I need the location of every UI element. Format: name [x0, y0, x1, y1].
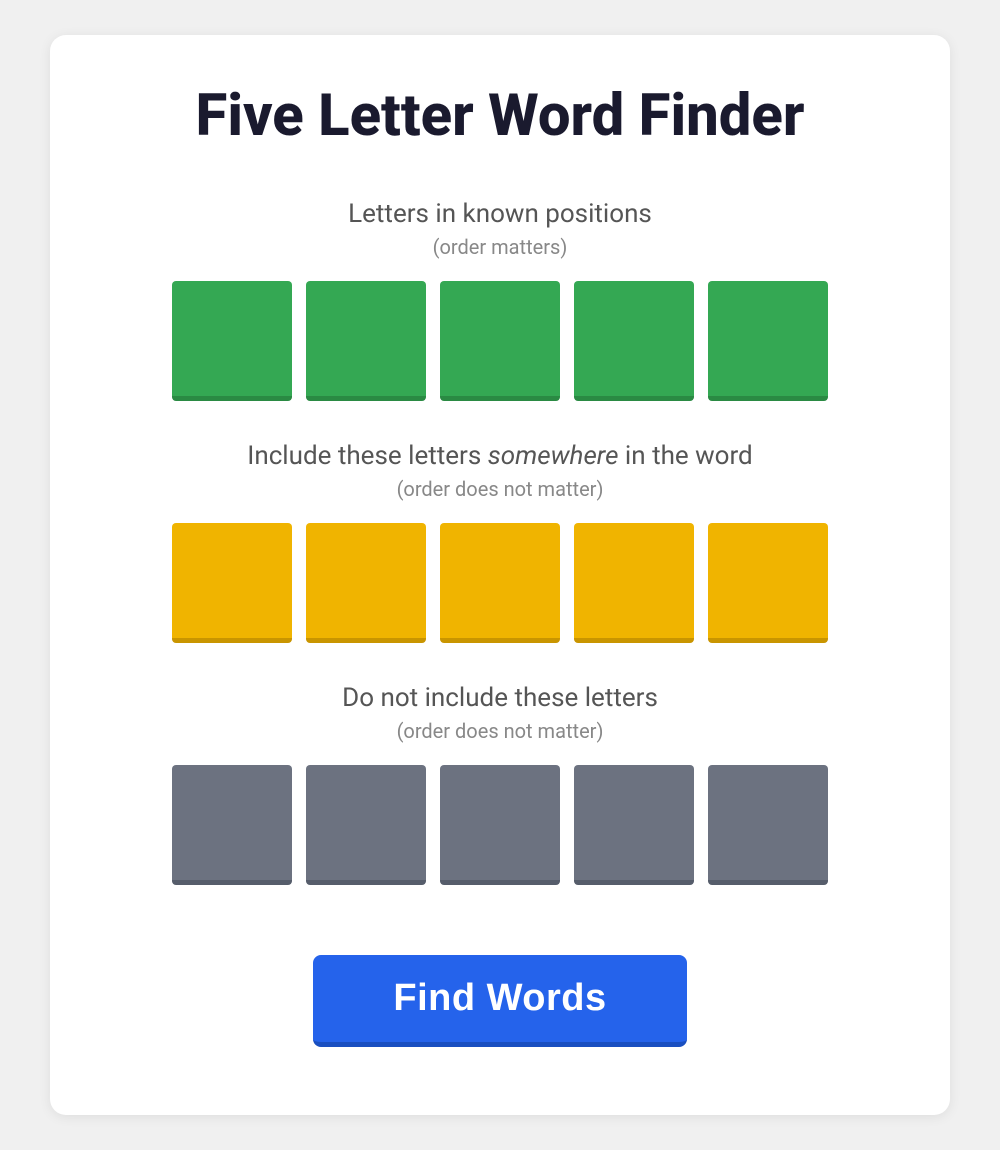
somewhere-title-em: somewhere [488, 441, 619, 471]
yellow-tile-1[interactable] [172, 523, 292, 643]
yellow-tile-5[interactable] [708, 523, 828, 643]
exclude-title: Do not include these letters [342, 683, 658, 713]
gray-tile-3[interactable] [440, 765, 560, 885]
yellow-tile-3[interactable] [440, 523, 560, 643]
green-tile-5[interactable] [708, 281, 828, 401]
known-positions-section: Letters in known positions (order matter… [110, 199, 890, 401]
page-title: Five Letter Word Finder [196, 85, 805, 149]
gray-tile-1[interactable] [172, 765, 292, 885]
somewhere-title-before: Include these letters [247, 441, 487, 471]
find-words-button[interactable]: Find Words [313, 955, 686, 1047]
somewhere-section: Include these letters somewhere in the w… [110, 441, 890, 643]
somewhere-title-after: in the word [618, 441, 752, 471]
green-tile-3[interactable] [440, 281, 560, 401]
green-tile-4[interactable] [574, 281, 694, 401]
somewhere-subtitle: (order does not matter) [397, 477, 604, 501]
green-tile-2[interactable] [306, 281, 426, 401]
somewhere-tiles [172, 523, 828, 643]
green-tile-1[interactable] [172, 281, 292, 401]
known-positions-title: Letters in known positions [348, 199, 652, 229]
gray-tile-2[interactable] [306, 765, 426, 885]
exclude-section: Do not include these letters (order does… [110, 683, 890, 885]
yellow-tile-2[interactable] [306, 523, 426, 643]
gray-tile-5[interactable] [708, 765, 828, 885]
somewhere-title: Include these letters somewhere in the w… [247, 441, 752, 471]
exclude-tiles [172, 765, 828, 885]
known-positions-tiles [172, 281, 828, 401]
yellow-tile-4[interactable] [574, 523, 694, 643]
main-card: Five Letter Word Finder Letters in known… [50, 35, 950, 1115]
exclude-subtitle: (order does not matter) [397, 719, 604, 743]
gray-tile-4[interactable] [574, 765, 694, 885]
known-positions-subtitle: (order matters) [433, 235, 568, 259]
